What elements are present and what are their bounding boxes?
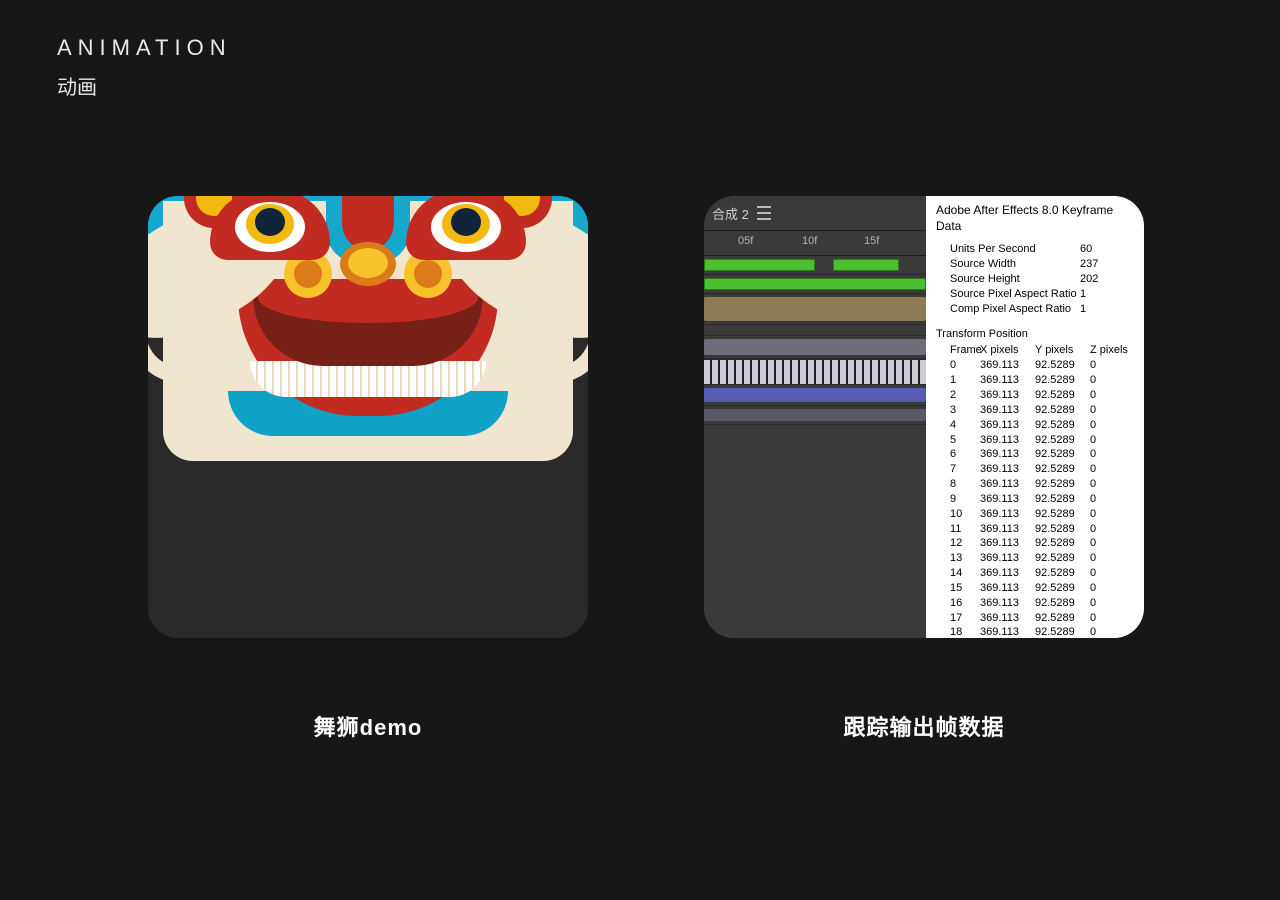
track-bar[interactable] [704, 256, 926, 275]
track-bar[interactable] [704, 385, 926, 406]
page-header: ANIMATION 动画 [57, 35, 232, 100]
track-pattern[interactable] [704, 359, 926, 385]
kf-row: 3369.11392.52890 [950, 403, 1138, 418]
track-bar[interactable] [704, 275, 926, 294]
ae-timeline[interactable]: 05f 10f 15f [704, 230, 926, 638]
kf-row: 11369.11392.52890 [950, 522, 1138, 537]
kf-row: 17369.11392.52890 [950, 611, 1138, 626]
kf-rows: 0369.11392.528901369.11392.528902369.113… [950, 358, 1138, 638]
ruler-tick: 05f [738, 235, 753, 247]
ae-tab-label: 合成 2 [712, 204, 749, 223]
track-bar[interactable] [704, 294, 926, 325]
kf-title: Adobe After Effects 8.0 Keyframe Data [936, 202, 1138, 234]
kf-row: 6369.11392.52890 [950, 447, 1138, 462]
kf-meta: Units Per Second60Source Width237Source … [950, 242, 1138, 316]
ae-comp-tab[interactable]: 合成 2 [712, 202, 771, 224]
kf-col-headers: Frame X pixels Y pixels Z pixels [950, 343, 1138, 358]
track-bar[interactable] [704, 336, 926, 359]
menu-icon[interactable] [757, 206, 771, 220]
track-bar[interactable] [704, 406, 926, 425]
kf-row: 9369.11392.52890 [950, 492, 1138, 507]
header-zh: 动画 [57, 71, 232, 100]
col-x: X pixels [980, 343, 1035, 358]
col-frame: Frame [950, 343, 980, 358]
kf-row: 4369.11392.52890 [950, 418, 1138, 433]
kf-section: Transform Position [936, 327, 1138, 342]
track-gap [704, 325, 926, 336]
caption-left: 舞狮demo [148, 710, 588, 742]
timeline-tracks[interactable] [704, 256, 926, 425]
caption-right: 跟踪输出帧数据 [704, 710, 1144, 742]
header-en: ANIMATION [57, 35, 232, 61]
kf-meta-row: Units Per Second60 [950, 242, 1138, 257]
kf-meta-row: Source Width237 [950, 257, 1138, 272]
kf-row: 16369.11392.52890 [950, 596, 1138, 611]
kf-row: 14369.11392.52890 [950, 566, 1138, 581]
kf-row: 1369.11392.52890 [950, 373, 1138, 388]
keyframe-data-panel[interactable]: Adobe After Effects 8.0 Keyframe Data Un… [926, 196, 1144, 638]
lion-illustration [148, 196, 588, 638]
col-z: Z pixels [1090, 343, 1136, 358]
kf-row: 2369.11392.52890 [950, 388, 1138, 403]
kf-row: 13369.11392.52890 [950, 551, 1138, 566]
kf-meta-row: Comp Pixel Aspect Ratio1 [950, 302, 1138, 317]
col-y: Y pixels [1035, 343, 1090, 358]
kf-row: 12369.11392.52890 [950, 536, 1138, 551]
kf-row: 18369.11392.52890 [950, 625, 1138, 638]
kf-row: 5369.11392.52890 [950, 433, 1138, 448]
card-lion-demo[interactable] [148, 196, 588, 638]
ruler-tick: 15f [864, 235, 879, 247]
kf-meta-row: Source Pixel Aspect Ratio1 [950, 287, 1138, 302]
kf-row: 8369.11392.52890 [950, 477, 1138, 492]
card-keyframe-data[interactable]: 合成 2 05f 10f 15f [704, 196, 1144, 638]
kf-row: 0369.11392.52890 [950, 358, 1138, 373]
kf-meta-row: Source Height202 [950, 272, 1138, 287]
kf-row: 7369.11392.52890 [950, 462, 1138, 477]
time-ruler[interactable]: 05f 10f 15f [704, 230, 926, 256]
kf-row: 15369.11392.52890 [950, 581, 1138, 596]
ruler-tick: 10f [802, 235, 817, 247]
kf-row: 10369.11392.52890 [950, 507, 1138, 522]
